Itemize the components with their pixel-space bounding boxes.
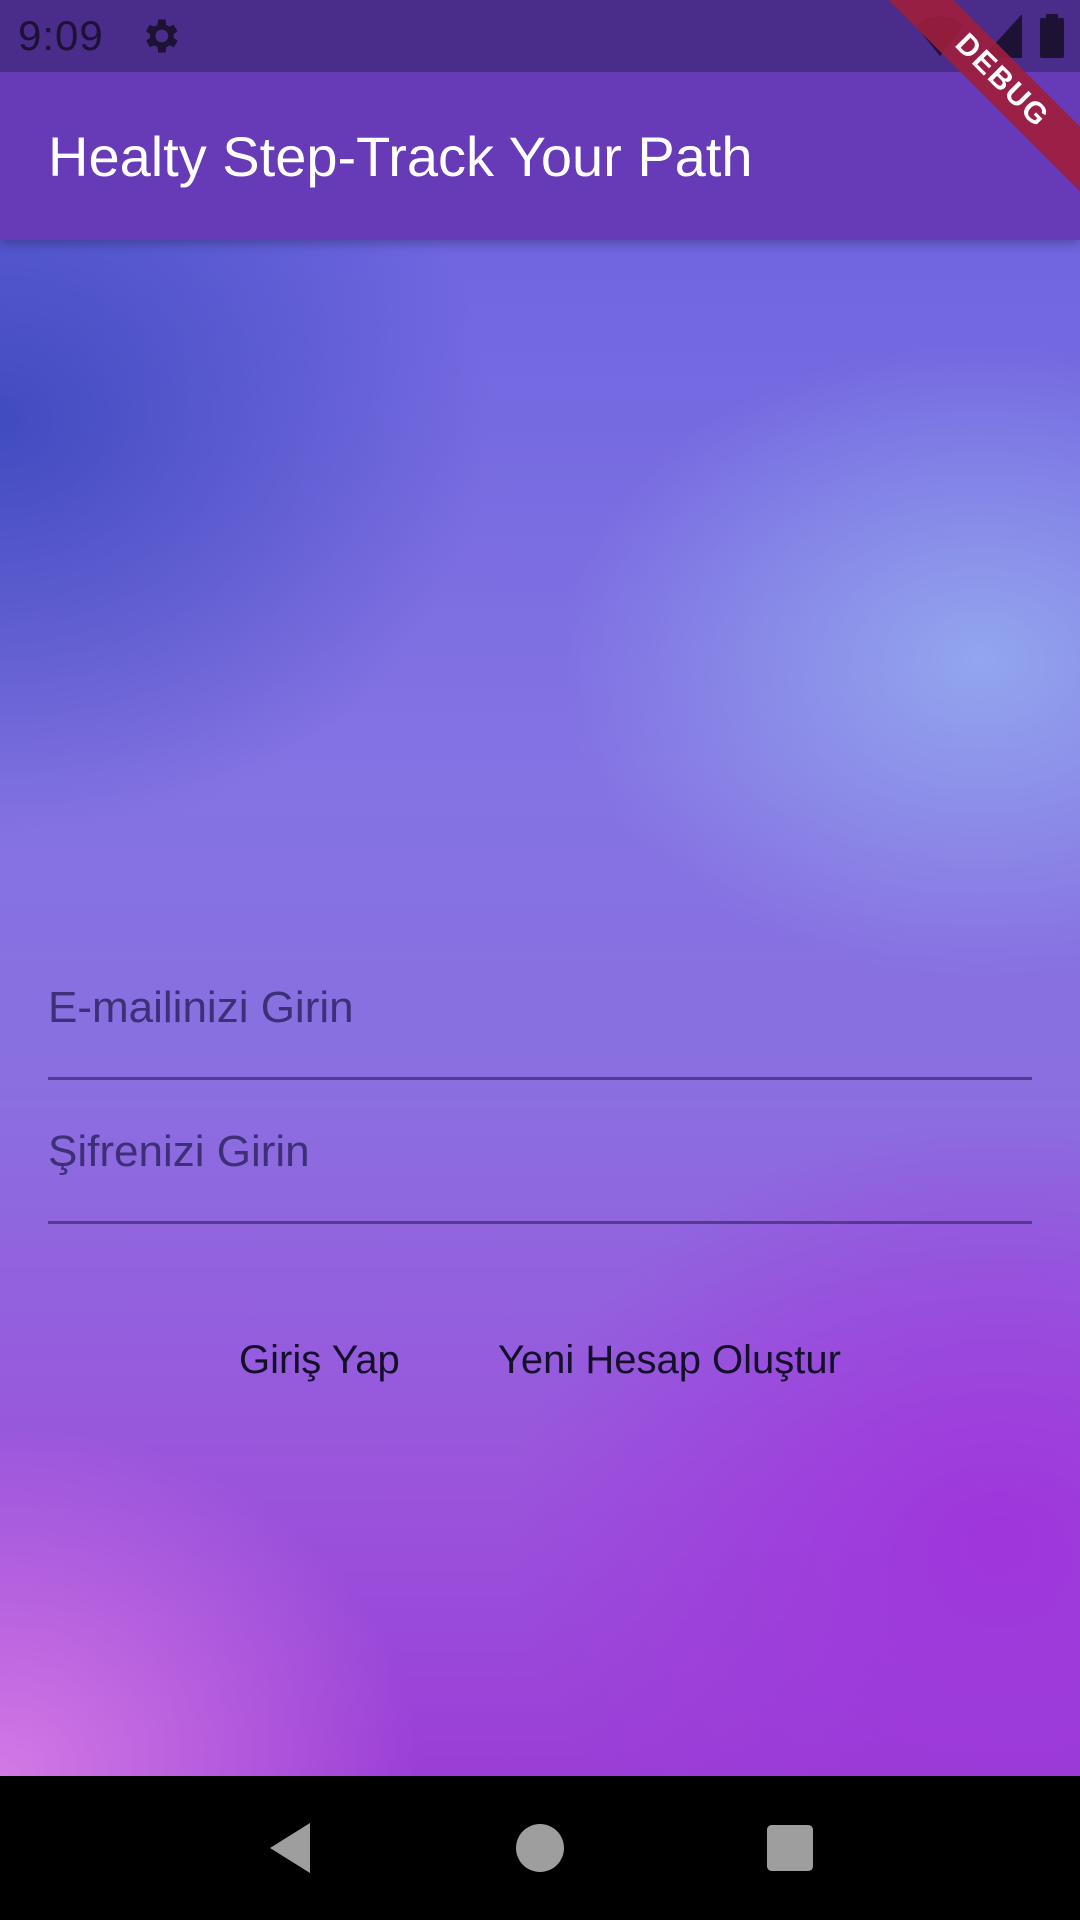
back-icon — [270, 1823, 310, 1873]
app-screen: 9:09 Healty Step-Track Your Path DEBUG E… — [0, 0, 1080, 1920]
back-button[interactable] — [260, 1818, 320, 1878]
password-field-container — [48, 1084, 1032, 1224]
create-account-button[interactable]: Yeni Hesap Oluştur — [498, 1330, 841, 1391]
app-title: Healty Step-Track Your Path — [48, 124, 753, 188]
login-area: Giriş Yap Yeni Hesap Oluştur — [0, 240, 1080, 1776]
action-buttons: Giriş Yap Yeni Hesap Oluştur — [0, 1320, 1080, 1400]
battery-icon — [1040, 14, 1064, 58]
status-icons — [916, 14, 1064, 58]
status-bar: 9:09 — [0, 0, 1080, 72]
login-button[interactable]: Giriş Yap — [239, 1330, 400, 1391]
recents-button[interactable] — [760, 1818, 820, 1878]
wifi-icon — [916, 16, 964, 56]
password-field[interactable] — [48, 1127, 1032, 1177]
email-field[interactable] — [48, 983, 1032, 1033]
signal-icon — [982, 14, 1022, 58]
recents-icon — [767, 1825, 813, 1871]
nav-bar — [0, 1776, 1080, 1920]
app-bar: Healty Step-Track Your Path — [0, 72, 1080, 240]
home-button[interactable] — [510, 1818, 570, 1878]
gear-icon — [145, 19, 178, 53]
home-icon — [516, 1824, 564, 1872]
status-time: 9:09 — [18, 12, 104, 59]
email-field-container — [48, 940, 1032, 1080]
